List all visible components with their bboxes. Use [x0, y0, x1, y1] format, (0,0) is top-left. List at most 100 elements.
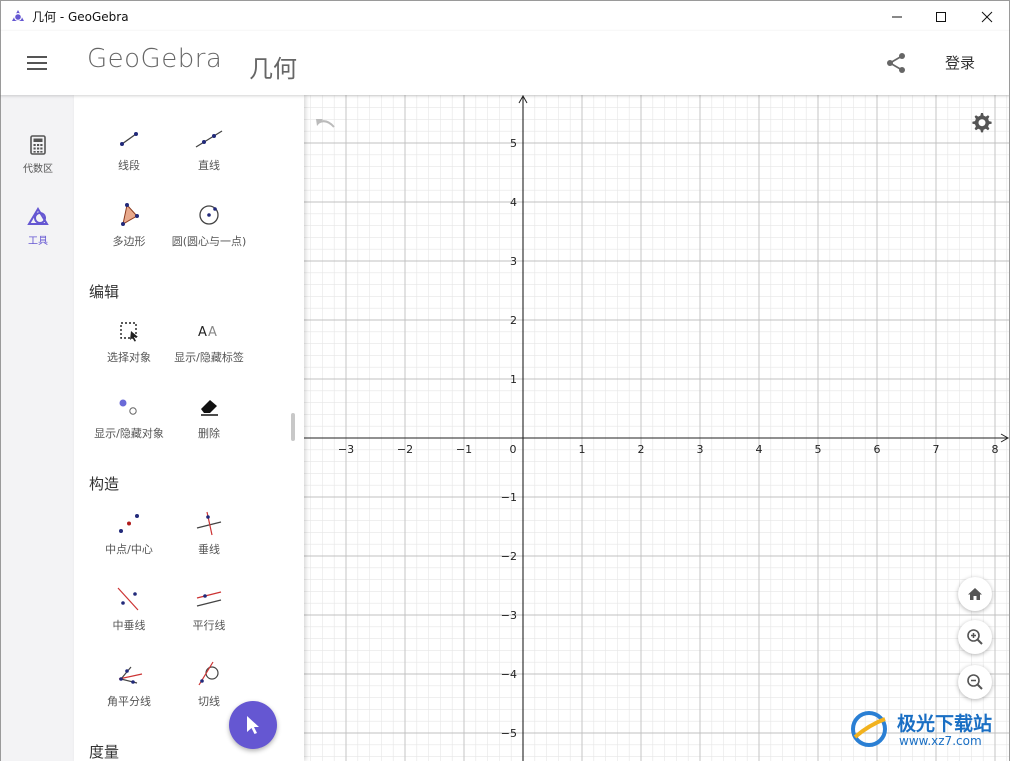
midpoint-icon	[119, 514, 139, 533]
tool-label: 线段	[118, 159, 140, 172]
side-rail: 代数区 工具	[0, 95, 74, 761]
minimize-button[interactable]	[874, 1, 920, 32]
tools-scrollbar[interactable]	[291, 413, 295, 441]
tool-perpendicular-line[interactable]: 垂线	[164, 507, 254, 557]
geogebra-app-icon	[12, 10, 24, 22]
tool-perpendicular-bisector[interactable]: 中垂线	[84, 583, 174, 633]
section-title-measure: 度量	[89, 743, 120, 761]
graphics-view[interactable]: −3 −2 −1 0 1 2 3 4 5 6 7 8 5 4 3 2 1 −1 −2 −3 −4 −5 极光下载站 www…	[304, 95, 1009, 761]
tool-label: 直线	[198, 159, 220, 172]
x-tick-label: 0	[510, 443, 517, 456]
y-tick-label: 5	[510, 137, 517, 150]
maximize-button[interactable]	[918, 1, 964, 32]
tool-label: 选择对象	[107, 351, 151, 364]
x-tick-label: 7	[933, 443, 940, 456]
rail-item-label: 代数区	[23, 164, 53, 175]
tool-label: 角平分线	[107, 695, 151, 708]
tool-angle-bisector[interactable]: 角平分线	[84, 659, 174, 709]
select-objects-icon	[120, 322, 138, 342]
x-tick-label: 5	[815, 443, 822, 456]
circle-center-point-icon	[199, 205, 219, 225]
tool-select-objects[interactable]: 选择对象	[84, 315, 174, 365]
share-icon[interactable]	[884, 51, 908, 75]
show-hide-label-icon: AA	[198, 325, 217, 340]
rail-item-label: 工具	[28, 236, 48, 247]
settings-gear-icon[interactable]	[969, 111, 993, 135]
tool-parallel-line[interactable]: 平行线	[164, 583, 254, 633]
y-tick-label: −1	[501, 491, 517, 504]
home-button[interactable]	[958, 577, 992, 611]
tool-segment[interactable]: 线段	[84, 123, 174, 173]
tool-label: 删除	[198, 427, 220, 440]
polygon-icon	[121, 203, 139, 226]
tool-label: 垂线	[198, 543, 220, 556]
rail-item-algebra[interactable]: 代数区	[1, 135, 75, 175]
tool-polygon[interactable]: 多边形	[84, 199, 174, 249]
hamburger-menu-icon[interactable]	[23, 51, 51, 75]
x-tick-label: 2	[638, 443, 645, 456]
close-icon	[981, 11, 993, 22]
geogebra-logo: GeoGebra	[87, 44, 223, 74]
y-tick-label: −3	[501, 609, 517, 622]
tool-delete[interactable]: 删除	[164, 391, 254, 441]
tool-label: 中垂线	[112, 619, 146, 632]
x-tick-label: −3	[338, 443, 354, 456]
section-title-construct: 构造	[89, 475, 120, 493]
tool-label: 圆(圆心与一点)	[171, 235, 247, 248]
home-icon	[968, 588, 982, 600]
parallel-line-icon	[196, 591, 222, 607]
angle-bisector-icon	[118, 666, 143, 684]
maximize-icon	[936, 11, 946, 22]
calculator-icon	[30, 135, 46, 155]
watermark-text: 极光下载站	[897, 713, 993, 735]
section-title-edit: 编辑	[89, 283, 120, 301]
tool-label: 显示/隐藏对象	[94, 427, 164, 440]
y-tick-label: −4	[501, 668, 517, 681]
y-tick-label: 2	[510, 314, 517, 327]
login-button[interactable]: 登录	[945, 52, 975, 73]
x-tick-label: −2	[397, 443, 413, 456]
undo-icon[interactable]	[314, 115, 338, 133]
tool-label: 多边形	[112, 235, 146, 248]
coordinate-grid[interactable]: −3 −2 −1 0 1 2 3 4 5 6 7 8 5 4 3 2 1 −1 −2 −3 −4 −5	[304, 95, 1009, 761]
window-title: 几何 - GeoGebra	[32, 9, 129, 24]
x-tick-label: 4	[756, 443, 763, 456]
x-tick-label: 8	[992, 443, 999, 456]
zoom-in-icon	[967, 629, 983, 645]
watermark: 极光下载站 www.xz7.com	[847, 707, 1007, 757]
x-tick-label: 6	[874, 443, 881, 456]
tool-midpoint[interactable]: 中点/中心	[84, 507, 174, 557]
tool-show-hide-label[interactable]: AA 显示/隐藏标签	[164, 315, 254, 365]
zoom-out-button[interactable]	[958, 665, 992, 699]
zoom-in-button[interactable]	[958, 620, 992, 654]
tool-circle-center-point[interactable]: 圆(圆心与一点)	[164, 199, 254, 249]
perpendicular-line-icon	[196, 511, 222, 536]
tool-label: 平行线	[192, 619, 226, 632]
y-tick-label: −2	[501, 550, 517, 563]
y-tick-label: 3	[510, 255, 517, 268]
perpendicular-bisector-icon	[117, 587, 139, 611]
app-name: 几何	[249, 55, 297, 83]
show-hide-object-icon	[119, 399, 137, 415]
line-icon	[195, 130, 223, 148]
shapes-icon	[27, 207, 49, 225]
rail-item-tools[interactable]: 工具	[1, 207, 75, 247]
move-tool-button[interactable]	[229, 701, 277, 749]
tool-tangent[interactable]: 切线	[164, 659, 254, 709]
zoom-out-icon	[967, 674, 983, 690]
y-tick-label: 4	[510, 196, 517, 209]
svg-text:A: A	[208, 325, 217, 340]
x-tick-label: 3	[697, 443, 704, 456]
svg-text:A: A	[198, 325, 207, 340]
close-button[interactable]	[964, 1, 1010, 32]
watermark-logo-icon	[851, 711, 887, 747]
tangent-icon	[198, 661, 219, 686]
tool-show-hide-object[interactable]: 显示/隐藏对象	[84, 391, 174, 441]
app-header: GeoGebra 几何 登录	[0, 31, 1010, 95]
tools-panel: 线段 直线 多边形 圆(圆心与一点) 编辑 选择对象 AA 显示/隐藏标签 显示…	[74, 95, 304, 761]
y-tick-label: 1	[510, 373, 517, 386]
delete-icon	[201, 400, 218, 416]
tool-label: 中点/中心	[105, 543, 153, 556]
x-tick-label: −1	[456, 443, 472, 456]
tool-line[interactable]: 直线	[164, 123, 254, 173]
